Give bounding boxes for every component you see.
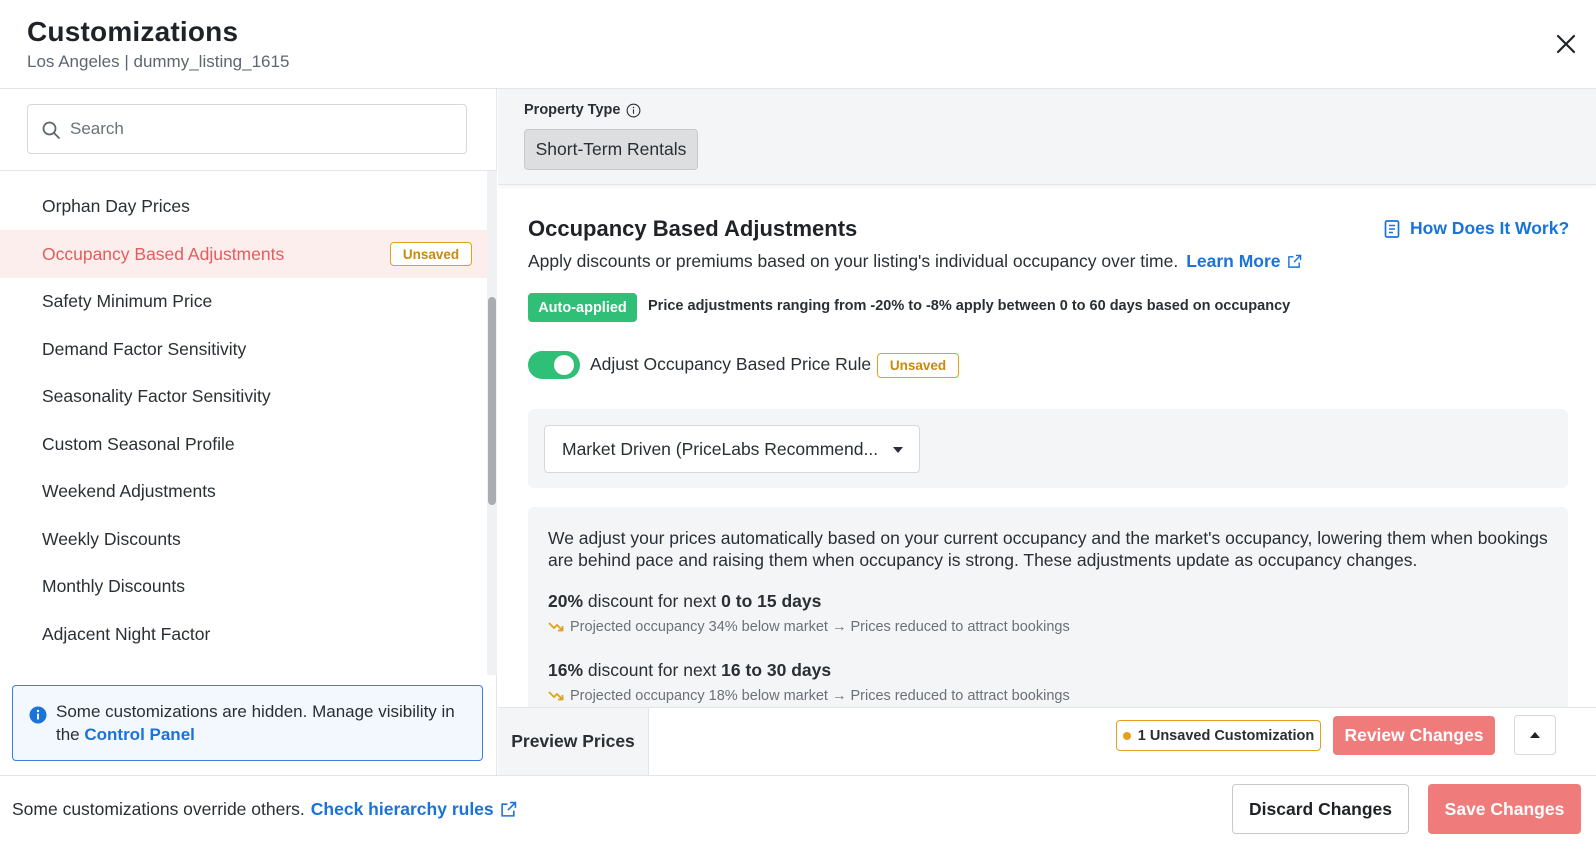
trend-down-icon: [548, 622, 564, 632]
sidebar-item-seasonality-factor-sensitivity[interactable]: Seasonality Factor Sensitivity: [0, 372, 487, 420]
section-title: Occupancy Based Adjustments: [528, 216, 858, 241]
sidebar-item-label: Orphan Day Prices: [42, 195, 190, 216]
description-text: Apply discounts or premiums based on you…: [528, 251, 1179, 271]
discard-changes-button[interactable]: Discard Changes: [1232, 784, 1409, 834]
hierarchy-note-text: Some customizations override others.: [12, 799, 305, 819]
search-container: [0, 89, 496, 171]
sidebar-item-label: Monthly Discounts: [42, 575, 185, 596]
scrollbar-thumb[interactable]: [488, 297, 496, 505]
tier-note: Projected occupancy 34% below market → P…: [548, 619, 1070, 635]
info-message: Some customizations are hidden. Manage v…: [56, 700, 471, 746]
sidebar-scrollbar[interactable]: [487, 171, 497, 675]
tier-row: 20% discount for next 0 to 15 days: [548, 591, 821, 612]
page-title: Customizations: [27, 16, 239, 47]
preview-prices-button[interactable]: Preview Prices: [498, 708, 649, 775]
customization-list: Orphan Day Prices Occupancy Based Adjust…: [0, 171, 487, 671]
expand-button[interactable]: [1514, 715, 1556, 755]
sidebar-item-occupancy-based-adjustments[interactable]: Occupancy Based Adjustments Unsaved: [0, 230, 487, 278]
how-does-it-work-link[interactable]: How Does It Work?: [1384, 218, 1569, 239]
sidebar-item-custom-seasonal-profile[interactable]: Custom Seasonal Profile: [0, 420, 487, 468]
book-icon: [1384, 219, 1400, 238]
unsaved-count-badge: 1 Unsaved Customization: [1116, 720, 1321, 751]
info-icon: [29, 706, 47, 724]
modal-header: Customizations Los Angeles | dummy_listi…: [0, 0, 1596, 89]
status-dot: [1122, 731, 1131, 740]
search-icon: [42, 121, 60, 139]
how-link-text: How Does It Work?: [1410, 218, 1570, 238]
sidebar-item-label: Adjacent Night Factor: [42, 623, 211, 644]
sidebar-item-weekend-adjustments[interactable]: Weekend Adjustments: [0, 467, 487, 515]
hierarchy-link-text: Check hierarchy rules: [310, 799, 494, 819]
sidebar-item-label: Seasonality Factor Sensitivity: [42, 385, 271, 406]
unsaved-badge: Unsaved: [877, 353, 959, 378]
sidebar-item-label: Demand Factor Sensitivity: [42, 338, 247, 359]
sidebar: Orphan Day Prices Occupancy Based Adjust…: [0, 89, 497, 775]
external-link-icon: [1287, 254, 1301, 268]
sidebar-item-weekly-discounts[interactable]: Weekly Discounts: [0, 515, 487, 563]
sidebar-item-label: Custom Seasonal Profile: [42, 433, 235, 454]
tier-range: 0 to 15 days: [721, 591, 822, 611]
hidden-customizations-notice: Some customizations are hidden. Manage v…: [12, 685, 483, 761]
search-input[interactable]: [68, 105, 458, 153]
unsaved-count-text: 1 Unsaved Customization: [1137, 727, 1315, 744]
occupancy-rule-toggle[interactable]: [528, 351, 580, 379]
unsaved-badge: Unsaved: [390, 242, 472, 266]
external-link-icon: [500, 801, 516, 817]
sidebar-item-label: Occupancy Based Adjustments: [42, 243, 285, 264]
property-type-label: Property Type: [524, 102, 641, 118]
control-panel-link[interactable]: Control Panel: [84, 725, 195, 744]
tier-range: 16 to 30 days: [721, 660, 832, 680]
tier-percent: 16%: [548, 660, 584, 680]
search-box[interactable]: [27, 104, 467, 154]
check-hierarchy-link[interactable]: Check hierarchy rules: [311, 799, 517, 820]
tier-text: discount for next: [583, 591, 722, 611]
save-changes-button[interactable]: Save Changes: [1428, 784, 1581, 834]
property-type-section: Property Type Short-Term Rentals: [498, 89, 1596, 185]
property-type-chip: Short-Term Rentals: [524, 129, 698, 170]
toggle-label: Adjust Occupancy Based Price Rule: [590, 354, 872, 374]
strategy-selector-section: Market Driven (PriceLabs Recommend...: [528, 409, 1568, 488]
sidebar-item-orphan-day-prices[interactable]: Orphan Day Prices: [0, 182, 487, 230]
section-description: Apply discounts or premiums based on you…: [528, 251, 1302, 272]
tier-note-text: Projected occupancy 34% below market → P…: [570, 619, 1070, 635]
sidebar-item-label: Weekly Discounts: [42, 528, 181, 549]
strategy-dropdown[interactable]: Market Driven (PriceLabs Recommend...: [544, 425, 920, 473]
review-changes-button[interactable]: Review Changes: [1333, 716, 1495, 755]
preview-bar: Preview Prices 1 Unsaved Customization R…: [498, 707, 1596, 775]
toggle-knob: [554, 355, 574, 375]
listing-subtitle: Los Angeles | dummy_listing_1615: [27, 52, 290, 71]
caret-down-icon: [893, 447, 903, 453]
learn-more-text: Learn More: [1186, 251, 1281, 271]
tier-row: 16% discount for next 16 to 30 days: [548, 660, 831, 681]
learn-more-link[interactable]: Learn More: [1186, 251, 1301, 272]
details-description: We adjust your prices automatically base…: [548, 528, 1548, 570]
sidebar-item-monthly-discounts[interactable]: Monthly Discounts: [0, 562, 487, 610]
sidebar-item-label: Safety Minimum Price: [42, 290, 213, 311]
adjustment-details: We adjust your prices automatically base…: [528, 507, 1568, 737]
sidebar-item-label: Weekend Adjustments: [42, 480, 216, 501]
sidebar-item-demand-factor-sensitivity[interactable]: Demand Factor Sensitivity: [0, 325, 487, 373]
tier-note: Projected occupancy 18% below market → P…: [548, 688, 1070, 704]
trend-down-icon: [548, 691, 564, 701]
modal-footer: Some customizations override others. Che…: [0, 775, 1596, 864]
auto-applied-badge: Auto-applied: [528, 293, 637, 322]
close-icon: [1556, 34, 1576, 54]
property-type-label-text: Property Type: [524, 102, 621, 118]
dropdown-value: Market Driven (PriceLabs Recommend...: [562, 439, 879, 459]
tier-percent: 20%: [548, 591, 584, 611]
info-outline-icon[interactable]: [626, 103, 641, 118]
main-content: Property Type Short-Term Rentals Occupan…: [498, 89, 1596, 775]
hierarchy-note: Some customizations override others. Che…: [12, 799, 517, 820]
close-button[interactable]: [1552, 30, 1580, 58]
sidebar-item-safety-minimum-price[interactable]: Safety Minimum Price: [0, 277, 487, 325]
sidebar-item-adjacent-night-factor[interactable]: Adjacent Night Factor: [0, 610, 487, 658]
tier-note-text: Projected occupancy 18% below market → P…: [570, 688, 1070, 704]
tier-text: discount for next: [583, 660, 722, 680]
caret-up-icon: [1530, 732, 1540, 738]
auto-applied-summary: Price adjustments ranging from -20% to -…: [648, 298, 1291, 314]
